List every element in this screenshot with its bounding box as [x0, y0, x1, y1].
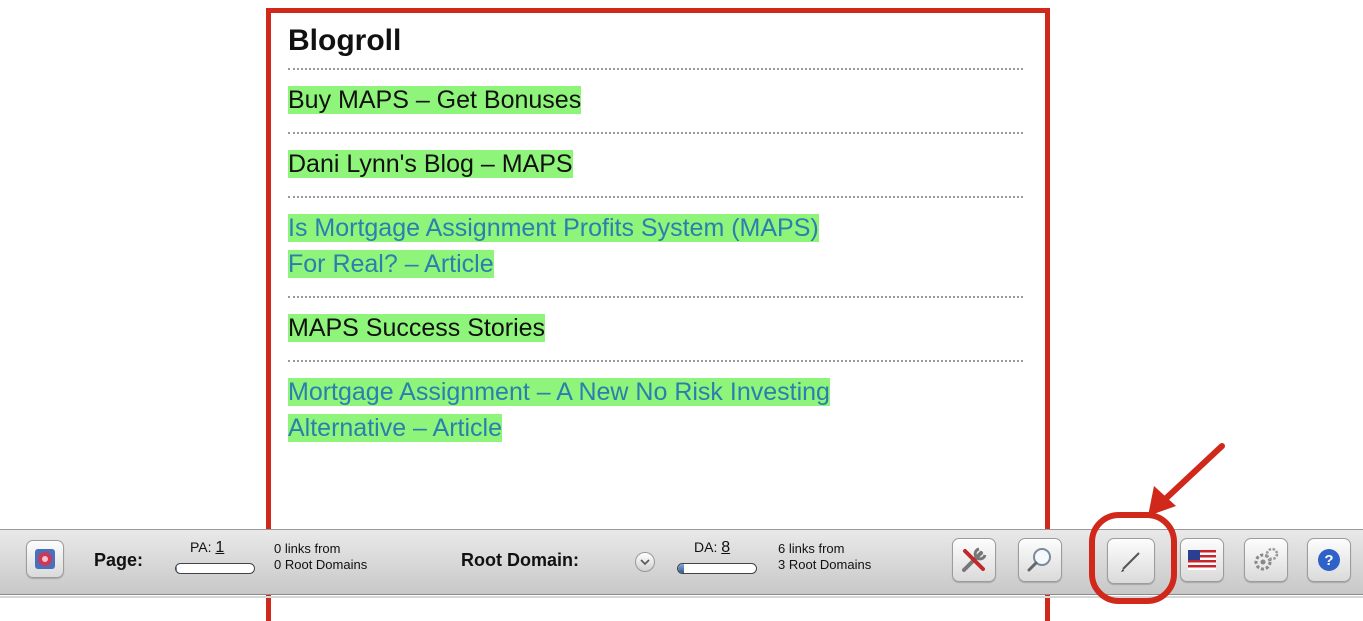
- help-button[interactable]: ?: [1307, 538, 1351, 582]
- analyze-page-button[interactable]: [1018, 538, 1062, 582]
- da-bar-fill: [678, 564, 685, 573]
- mozbar-logo-icon: [35, 549, 55, 569]
- pa-bar-fill: [176, 564, 177, 573]
- blogroll-item: Dani Lynn's Blog – MAPS: [288, 134, 1023, 196]
- pa-metric: PA: 1: [190, 539, 224, 557]
- page-links-line1: 0 links from: [274, 541, 341, 556]
- blogroll-link-no-risk-investing[interactable]: Mortgage Assignment – A New No Risk Inve…: [288, 378, 830, 406]
- settings-button[interactable]: [1244, 538, 1288, 582]
- domain-links-line2: 3 Root Domains: [778, 557, 872, 572]
- page-label: Page:: [94, 550, 144, 570]
- chevron-down-icon: [640, 559, 650, 566]
- blogroll-item: MAPS Success Stories: [288, 298, 1023, 360]
- blogroll-item: Mortgage Assignment – A New No Risk Inve…: [288, 362, 1023, 460]
- blogroll-link-buy-maps[interactable]: Buy MAPS – Get Bonuses: [288, 86, 582, 114]
- annotation-circle: [1089, 512, 1177, 604]
- root-domain-dropdown[interactable]: [635, 552, 655, 572]
- da-bar: [677, 563, 757, 574]
- blogroll-item: Is Mortgage Assignment Profits System (M…: [288, 198, 1023, 296]
- domain-links: 6 links from 3 Root Domains: [778, 541, 871, 573]
- da-value[interactable]: 8: [721, 539, 730, 556]
- annotation-arrow-icon: [1148, 443, 1225, 516]
- magnifier-icon: [1027, 548, 1051, 572]
- page-links-line2: 0 Root Domains: [274, 557, 368, 572]
- pa-value[interactable]: 1: [215, 539, 224, 556]
- domain-links-line1: 6 links from: [778, 541, 845, 556]
- pa-label: PA:: [190, 539, 212, 555]
- blogroll-widget: Blogroll Buy MAPS – Get Bonuses Dani Lyn…: [288, 18, 1023, 460]
- pa-bar: [175, 563, 255, 574]
- us-flag-icon: [1188, 550, 1216, 570]
- blogroll-title: Blogroll: [288, 24, 402, 57]
- gears-icon: [1254, 547, 1279, 571]
- tools-button[interactable]: [952, 538, 996, 582]
- mozbar-logo-button[interactable]: [26, 540, 64, 578]
- page-links: 0 links from 0 Root Domains: [274, 541, 367, 573]
- blogroll-link-dani-lynn[interactable]: Dani Lynn's Blog – MAPS: [288, 150, 573, 178]
- blogroll-link-no-risk-investing-line2[interactable]: Alternative – Article: [288, 414, 502, 442]
- root-domain-label: Root Domain:: [461, 550, 579, 570]
- help-icon: ?: [1318, 549, 1340, 571]
- country-button[interactable]: [1180, 538, 1224, 582]
- svg-text:?: ?: [1324, 552, 1333, 569]
- blogroll-link-success-stories[interactable]: MAPS Success Stories: [288, 314, 546, 342]
- blogroll-item: Buy MAPS – Get Bonuses: [288, 70, 1023, 132]
- blogroll-link-mortgage-profits-line2[interactable]: For Real? – Article: [288, 250, 494, 278]
- da-label: DA:: [694, 539, 718, 555]
- blogroll-link-mortgage-profits[interactable]: Is Mortgage Assignment Profits System (M…: [288, 214, 819, 242]
- da-metric: DA: 8: [694, 539, 730, 557]
- wrench-screwdriver-icon: [962, 547, 987, 572]
